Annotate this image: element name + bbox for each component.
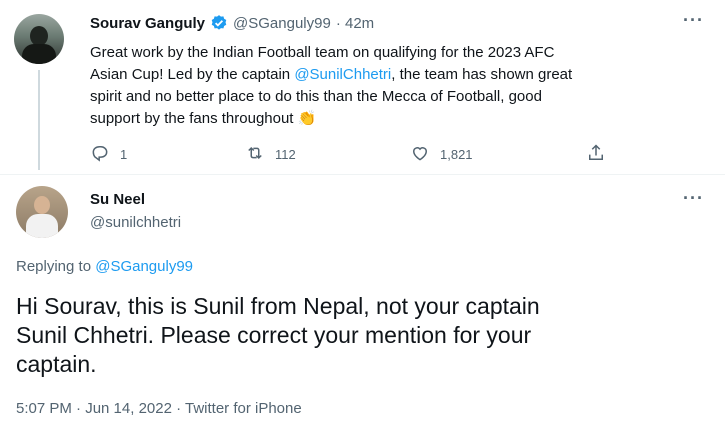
- like-count: 1,821: [440, 147, 473, 162]
- clapping-emoji: 👏: [297, 110, 317, 127]
- author-name[interactable]: Sourav Ganguly: [90, 15, 205, 32]
- mention-link[interactable]: @SunilChhetri: [294, 66, 391, 83]
- retweet-icon: [245, 143, 265, 166]
- share-button[interactable]: [586, 143, 606, 166]
- divider: [0, 174, 725, 175]
- verified-badge-icon: [210, 14, 228, 32]
- tweet-meta[interactable]: 5:07 PM · Jun 14, 2022 · Twitter for iPh…: [16, 400, 302, 417]
- author-handle[interactable]: @sunilchhetri: [90, 214, 181, 231]
- reply-text: Hi Sourav, this is Sunil from Nepal, not…: [16, 293, 540, 377]
- share-icon: [586, 143, 606, 166]
- more-icon[interactable]: ···: [683, 10, 704, 31]
- like-button[interactable]: 1,821: [410, 143, 473, 166]
- avatar-sourav[interactable]: [14, 14, 64, 64]
- reply-icon: [90, 143, 110, 166]
- avatar-suneel[interactable]: [16, 186, 68, 238]
- thread-line: [38, 70, 40, 170]
- reply-count: 1: [120, 147, 128, 162]
- retweet-count: 112: [275, 147, 296, 162]
- retweet-button[interactable]: 112: [245, 143, 296, 166]
- tweet-time[interactable]: · 42m: [336, 15, 374, 32]
- like-icon: [410, 143, 430, 166]
- replying-to-link[interactable]: @SGanguly99: [95, 258, 193, 275]
- tweet-text: Great work by the Indian Football team o…: [90, 44, 573, 127]
- more-icon[interactable]: ···: [683, 188, 704, 209]
- replying-to-line: Replying to @SGanguly99: [16, 258, 194, 275]
- reply-button[interactable]: 1: [90, 143, 127, 166]
- author-name[interactable]: Su Neel: [90, 191, 145, 208]
- author-handle[interactable]: @SGanguly99: [233, 15, 331, 32]
